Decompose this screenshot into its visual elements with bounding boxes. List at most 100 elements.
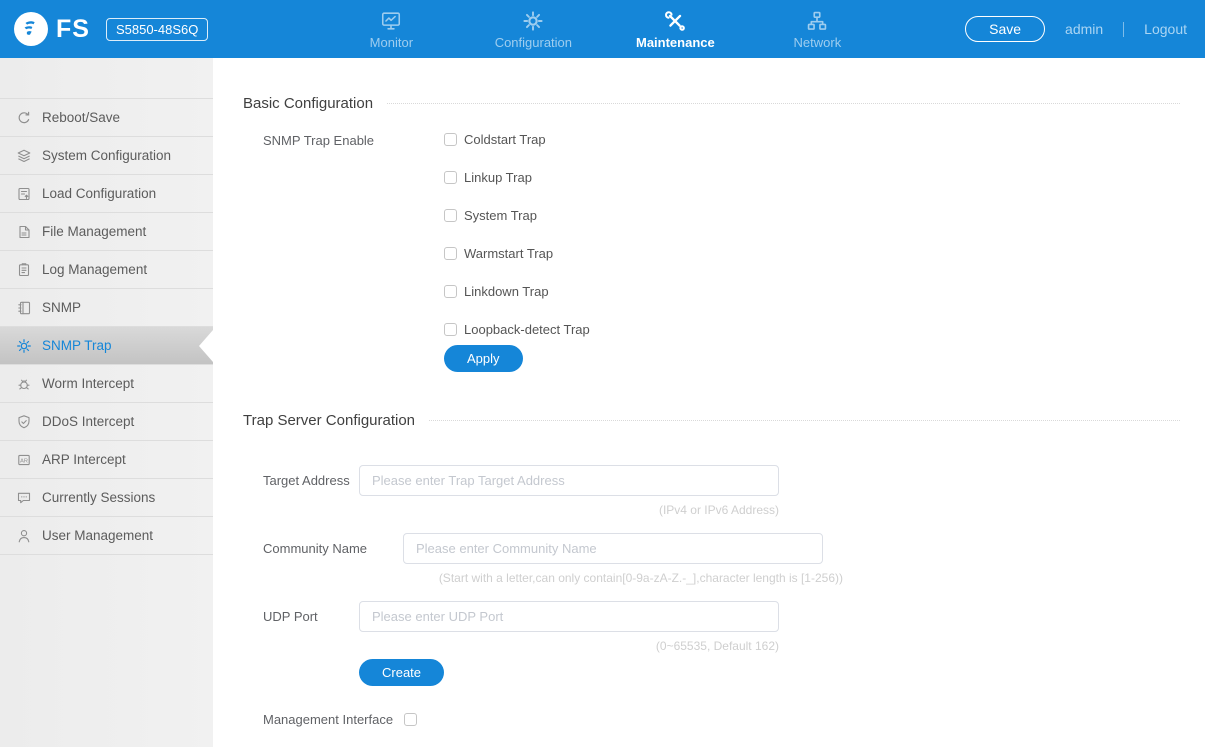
model-badge: S5850-48S6Q (105, 17, 209, 41)
header: FS S5850-48S6Q Monitor Configuration Mai… (0, 0, 1205, 58)
field-label: Management Interface (263, 712, 394, 727)
nav-label: Maintenance (635, 35, 715, 50)
load-config-icon (15, 185, 32, 202)
header-divider (1123, 21, 1125, 37)
linkup-trap-checkbox[interactable] (444, 171, 457, 184)
basic-configuration-section-header: Basic Configuration (243, 95, 1180, 112)
sidebar-item-label: System Configuration (42, 148, 172, 163)
sidebar-item-label: ARP Intercept (42, 452, 126, 467)
sidebar-item-label: DDoS Intercept (42, 414, 135, 429)
bug-icon (15, 375, 32, 392)
management-interface-checkbox[interactable] (404, 713, 418, 726)
refresh-icon (15, 109, 32, 126)
tools-icon (664, 8, 686, 32)
sidebar-item-label: SNMP Trap (42, 338, 112, 353)
save-button[interactable]: Save (965, 16, 1046, 42)
sidebar-item-label: Reboot/Save (42, 110, 121, 125)
checkbox-label: Coldstart Trap (464, 132, 546, 147)
checkbox-label: System Trap (464, 208, 537, 223)
chat-icon (15, 489, 32, 506)
sidebar-item-worm-intercept[interactable]: Worm Intercept (0, 365, 213, 403)
sidebar-item-label: Load Configuration (42, 186, 157, 201)
sidebar-item-load-configuration[interactable]: Load Configuration (0, 175, 213, 213)
coldstart-trap-checkbox[interactable] (444, 133, 457, 146)
sidebar-item-snmp-trap[interactable]: SNMP Trap (0, 327, 213, 365)
warmstart-trap-checkbox[interactable] (444, 247, 457, 260)
udp-port-row: UDP Port (263, 601, 1180, 632)
checkbox-label: Linkdown Trap (464, 284, 549, 299)
trap-server-form: Target Address (IPv4 or IPv6 Address) Co… (243, 429, 1180, 727)
clipboard-icon (15, 261, 32, 278)
udp-port-input[interactable] (359, 601, 779, 632)
target-address-row: Target Address (263, 465, 1180, 496)
field-hint: (IPv4 or IPv6 Address) (658, 503, 779, 517)
field-label: UDP Port (263, 609, 318, 624)
community-name-row: Community Name (263, 533, 1180, 564)
user-name[interactable]: admin (1065, 21, 1103, 37)
checkbox-label: Warmstart Trap (464, 246, 554, 261)
trap-server-section-header: Trap Server Configuration (243, 412, 1180, 429)
sidebar-item-reboot-save[interactable]: Reboot/Save (0, 99, 213, 137)
checkbox-row: System Trap (444, 208, 590, 223)
sidebar-item-label: File Management (42, 224, 147, 239)
nav-monitor[interactable]: Monitor (320, 8, 462, 50)
checkbox-row: Loopback-detect Trap (444, 322, 590, 337)
nav-maintenance[interactable]: Maintenance (604, 8, 746, 50)
nav-label: Configuration (494, 35, 573, 50)
community-name-input[interactable] (403, 533, 823, 564)
field-label: Community Name (263, 541, 368, 556)
snmp-trap-enable-row: SNMP Trap Enable Coldstart Trap Linkup T… (263, 132, 1180, 337)
arp-icon: AR (15, 451, 32, 468)
brand-name: FS (56, 14, 90, 43)
field-hint: (Start with a letter,can only contain[0-… (438, 571, 843, 585)
brand: FS S5850-48S6Q (14, 12, 209, 46)
section-title: Trap Server Configuration (243, 412, 416, 429)
sidebar-item-snmp[interactable]: SNMP (0, 289, 213, 327)
sidebar-item-label: Currently Sessions (42, 490, 156, 505)
checkbox-row: Warmstart Trap (444, 246, 590, 261)
checkbox-label: Loopback-detect Trap (464, 322, 590, 337)
monitor-icon (380, 8, 402, 32)
section-title: Basic Configuration (243, 95, 374, 112)
top-nav: Monitor Configuration Maintenance Networ… (320, 8, 888, 50)
sidebar-menu: Reboot/Save System Configuration Load Co… (0, 98, 213, 555)
logout-link[interactable]: Logout (1144, 21, 1187, 37)
checkbox-row: Linkdown Trap (444, 284, 590, 299)
basic-configuration-form: SNMP Trap Enable Coldstart Trap Linkup T… (243, 112, 1180, 372)
nav-label: Network (793, 35, 842, 50)
sidebar-item-system-configuration[interactable]: System Configuration (0, 137, 213, 175)
target-address-input[interactable] (359, 465, 779, 496)
create-button[interactable]: Create (359, 659, 445, 686)
fs-logo-icon (14, 12, 48, 46)
sidebar-item-label: Worm Intercept (42, 376, 135, 391)
svg-text:AR: AR (20, 458, 28, 464)
field-hint: (0~65535, Default 162) (655, 639, 779, 653)
gear-icon (15, 337, 32, 354)
sidebar-item-currently-sessions[interactable]: Currently Sessions (0, 479, 213, 517)
nav-configuration[interactable]: Configuration (462, 8, 604, 50)
file-icon (15, 223, 32, 240)
linkdown-trap-checkbox[interactable] (444, 285, 457, 298)
nav-network[interactable]: Network (746, 8, 888, 50)
sidebar-item-ddos-intercept[interactable]: DDoS Intercept (0, 403, 213, 441)
user-icon (15, 527, 32, 544)
system-trap-checkbox[interactable] (444, 209, 457, 222)
apply-button[interactable]: Apply (444, 345, 523, 372)
section-divider (429, 420, 1180, 421)
trap-checkbox-list: Coldstart Trap Linkup Trap System Trap W… (444, 132, 590, 337)
sidebar-item-label: Log Management (42, 262, 148, 277)
sidebar-item-user-management[interactable]: User Management (0, 517, 213, 555)
loopback-detect-trap-checkbox[interactable] (444, 323, 457, 336)
management-interface-row: Management Interface (263, 712, 1180, 727)
checkbox-row: Coldstart Trap (444, 132, 590, 147)
sidebar-item-arp-intercept[interactable]: AR ARP Intercept (0, 441, 213, 479)
sidebar-item-label: SNMP (42, 300, 82, 315)
section-divider (387, 103, 1180, 104)
field-label: SNMP Trap Enable (263, 133, 375, 148)
nav-label: Monitor (369, 35, 414, 50)
sidebar-item-log-management[interactable]: Log Management (0, 251, 213, 289)
sidebar-item-label: User Management (42, 528, 154, 543)
checkbox-label: Linkup Trap (464, 170, 532, 185)
sidebar-item-file-management[interactable]: File Management (0, 213, 213, 251)
checkbox-row: Linkup Trap (444, 170, 590, 185)
